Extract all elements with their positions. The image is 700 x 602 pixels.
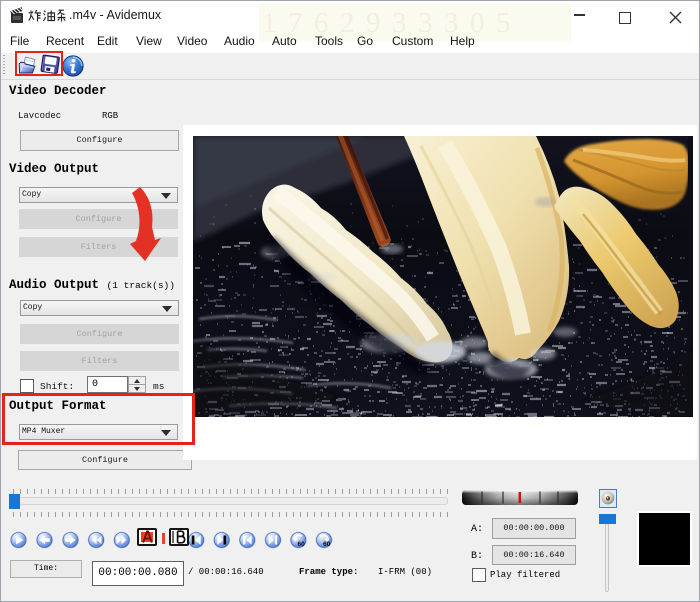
- svg-text:60: 60: [323, 541, 331, 548]
- svg-text:60: 60: [298, 541, 306, 548]
